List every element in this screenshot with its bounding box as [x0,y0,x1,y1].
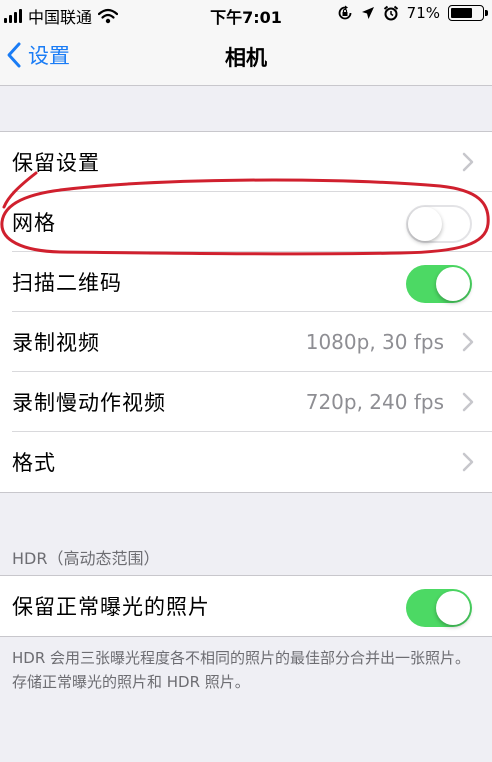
row-grid: 网格 [0,192,492,252]
camera-settings-group: 保留设置 网格 扫描二维码 录制视频 1080p, 30 fps 录制慢动作视频… [0,131,492,493]
hdr-footnote: HDR 会用三张曝光程度各不相同的照片的最佳部分合并出一张照片。存储正常曝光的照… [12,649,471,691]
grid-toggle[interactable] [406,205,472,243]
battery-icon [448,5,488,21]
row-label: 保留正常曝光的照片 [12,595,210,619]
row-value: 720p, 240 fps [305,390,444,414]
page-title: 相机 [225,46,267,70]
status-bar: 中国联通 下午7:01 71% [0,0,492,30]
hdr-settings-group: 保留正常曝光的照片 [0,575,492,637]
location-icon [361,7,374,19]
hdr-section-header: HDR（高动态范围） [12,549,160,568]
keep-normal-photo-toggle[interactable] [406,589,472,627]
row-label: 网格 [12,211,56,235]
rotation-lock-icon [338,5,352,20]
row-label: 格式 [12,451,56,475]
row-formats[interactable]: 格式 [0,432,492,492]
row-label: 录制视频 [12,331,100,355]
battery-fill [451,8,472,18]
row-label: 扫描二维码 [12,271,122,295]
row-label: 保留设置 [12,151,100,175]
row-record-slomo[interactable]: 录制慢动作视频 720p, 240 fps [0,372,492,432]
toggle-knob [408,207,442,241]
chevron-right-icon [462,392,474,412]
toggle-knob [436,591,470,625]
row-value: 1080p, 30 fps [305,330,444,354]
alarm-icon [383,5,398,21]
chevron-right-icon [462,452,474,472]
toggle-knob [436,267,470,301]
row-record-video[interactable]: 录制视频 1080p, 30 fps [0,312,492,372]
row-label: 录制慢动作视频 [12,391,166,415]
battery-percent: 71% [406,4,440,22]
navigation-bar: 设置 相机 [0,30,492,86]
status-right: 71% [337,4,488,22]
scan-qr-toggle[interactable] [406,265,472,303]
chevron-right-icon [462,332,474,352]
row-scan-qr: 扫描二维码 [0,252,492,312]
chevron-right-icon [462,152,474,172]
row-preserve-settings[interactable]: 保留设置 [0,132,492,192]
row-keep-normal-photo: 保留正常曝光的照片 [0,576,492,636]
